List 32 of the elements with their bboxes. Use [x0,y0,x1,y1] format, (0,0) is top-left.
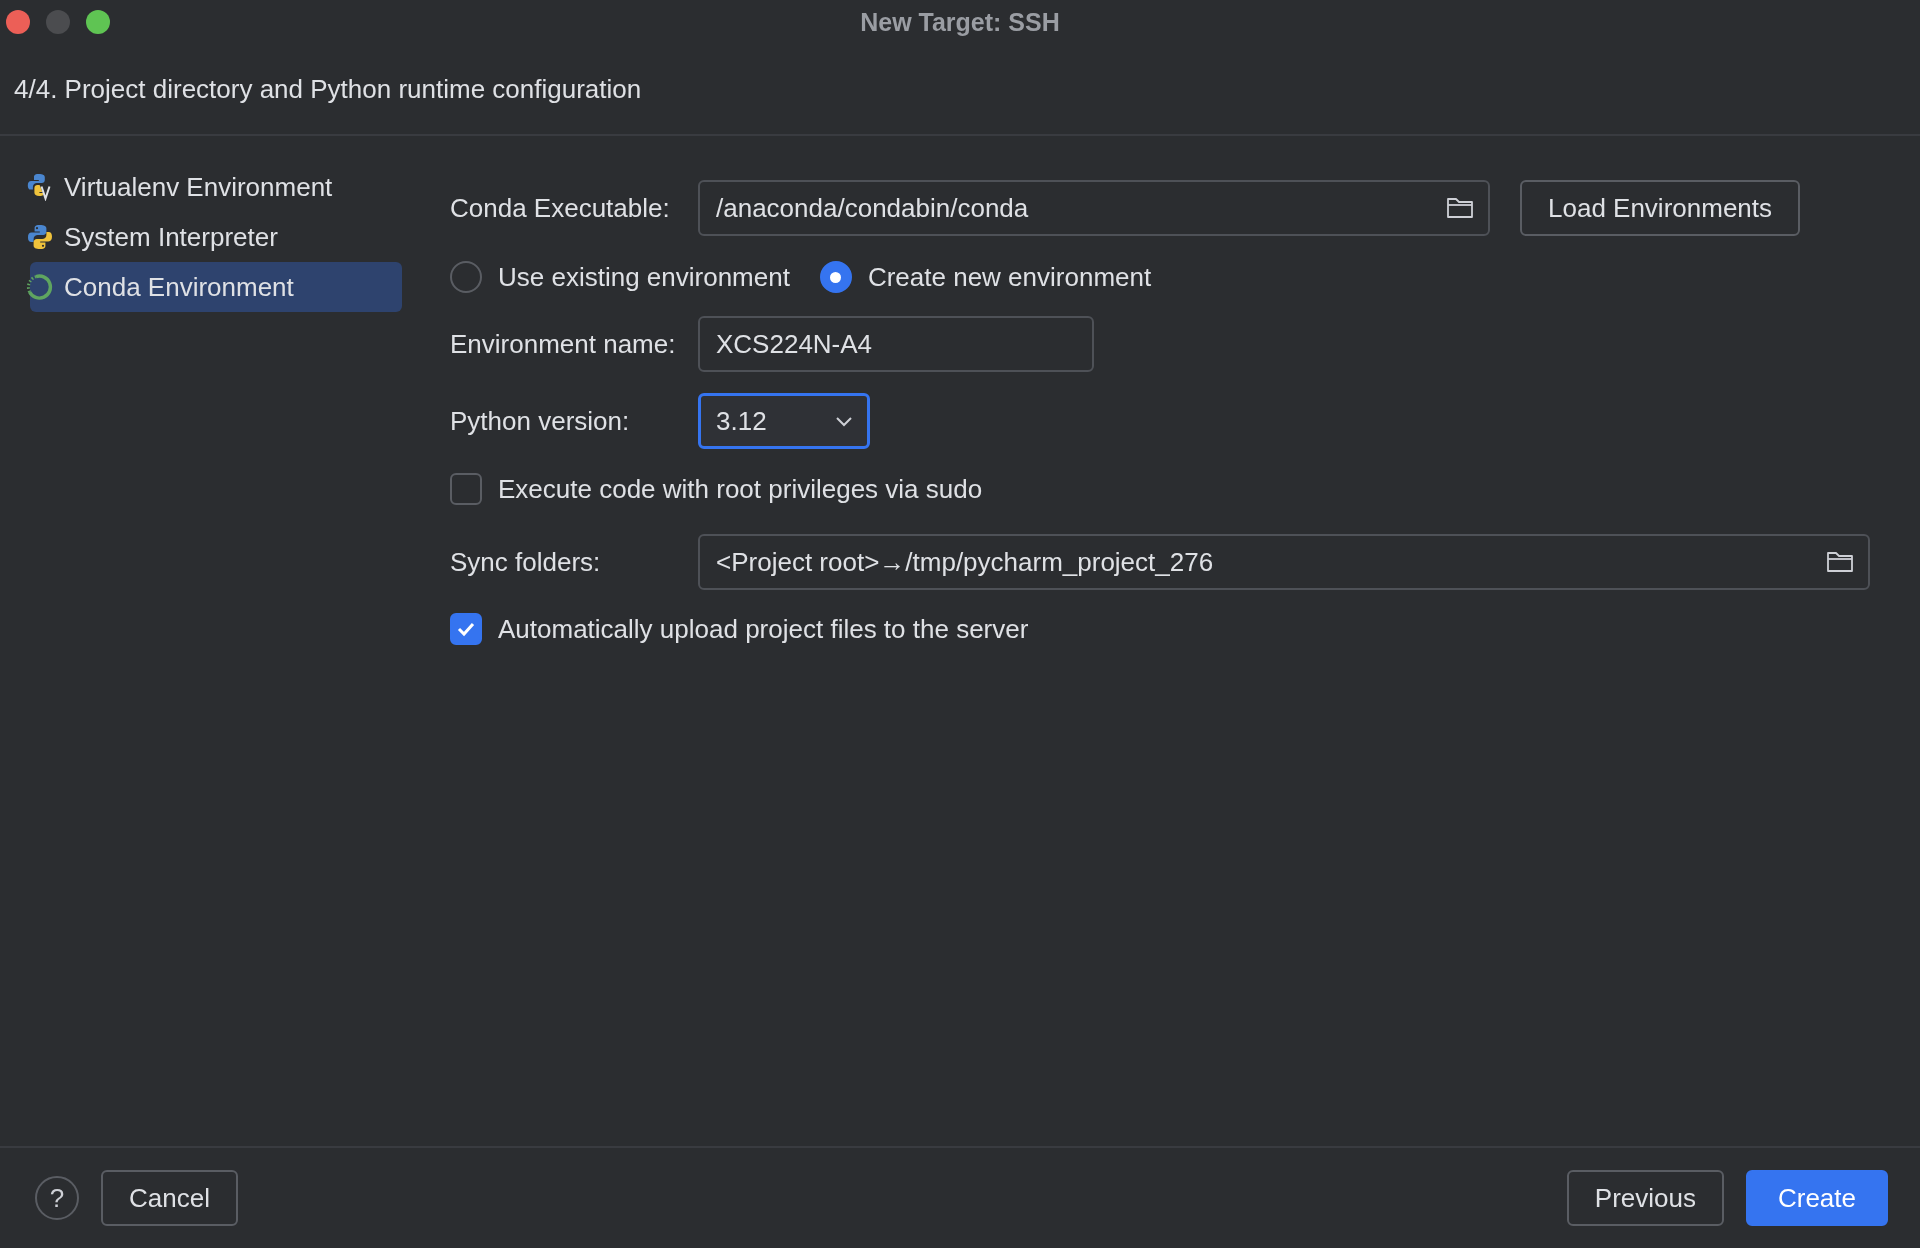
zoom-window-icon[interactable] [86,10,110,34]
checkbox[interactable] [450,613,482,645]
secondary-button[interactable]: Previous [1566,1170,1724,1226]
option-label: Use existing environment [498,261,790,293]
folder-icon[interactable] [1826,550,1854,574]
secondary-button[interactable]: Cancel [101,1170,238,1226]
path-field[interactable]: /anaconda/condabin/conda [698,180,1490,236]
checkbox[interactable] [450,473,482,505]
chevron-down-icon[interactable] [835,415,853,427]
name-field[interactable]: XCS224N-A4 [698,316,1094,372]
sidebar-item[interactable]: Virtualenv Environment [30,162,402,212]
field-label: Environment name: [450,328,676,360]
help-button[interactable]: ? [35,1176,79,1220]
folder-icon[interactable] [1446,196,1474,220]
load-environments-button[interactable]: Load Environments [1520,180,1801,236]
field-label: Python version: [450,405,630,437]
path-field[interactable]: <Project root>→/tmp/pycharm_project_276 [698,534,1870,590]
field-label: Conda Executable: [450,192,670,224]
option-label: Automatically upload project files to the server [498,613,1029,645]
sidebar-item[interactable]: System Interpreter [30,212,402,262]
close-window-icon[interactable] [6,10,30,34]
radio-button[interactable] [450,261,482,293]
primary-button[interactable]: Create [1745,1170,1888,1226]
version-dropdown[interactable]: 3.12 [698,393,870,449]
conda-ring-icon [26,273,54,301]
python-icon [26,223,54,251]
option-label: Create new environment [867,261,1152,293]
window-title: New Target: SSH [860,8,1060,37]
step-heading: 4/4. Project directory and Python runtime configuration [14,73,642,105]
field-label: Sync folders: [450,546,601,578]
radio-button[interactable] [819,261,852,293]
option-label: Execute code with root privileges via sudo [498,473,983,505]
